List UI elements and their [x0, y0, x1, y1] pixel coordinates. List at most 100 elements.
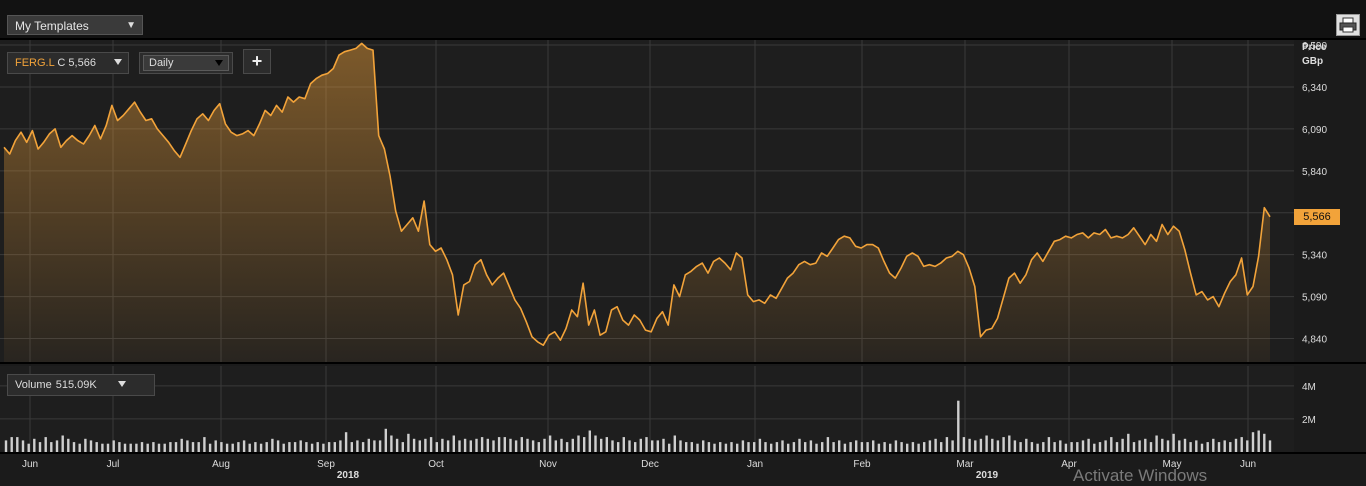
- volume-bar: [129, 443, 132, 452]
- volume-bar: [815, 443, 818, 452]
- volume-bar: [225, 443, 229, 452]
- year-label: 2018: [337, 470, 360, 481]
- volume-bar: [101, 443, 104, 452]
- volume-bar: [1036, 443, 1039, 452]
- volume-bar: [526, 438, 529, 452]
- volume-bar: [174, 442, 178, 452]
- volume-bar: [832, 442, 835, 452]
- volume-bar: [747, 442, 750, 452]
- volume-bar: [44, 437, 47, 452]
- volume-bar: [1138, 440, 1141, 452]
- period-selector[interactable]: Daily: [139, 52, 233, 74]
- volume-bar: [792, 442, 796, 452]
- volume-bar: [390, 435, 393, 452]
- volume-bar: [889, 443, 892, 452]
- volume-tick-label: 4M: [1302, 382, 1316, 393]
- volume-bar: [883, 442, 886, 452]
- last-price-badge: 5,566: [1294, 208, 1340, 225]
- print-button[interactable]: [1336, 14, 1360, 36]
- volume-bar: [1206, 442, 1209, 452]
- volume-bar: [214, 440, 217, 452]
- volume-bar: [203, 437, 206, 452]
- volume-bar: [894, 440, 898, 452]
- volume-bar: [996, 440, 1000, 452]
- volume-bar: [798, 438, 801, 452]
- volume-bar: [617, 442, 620, 452]
- volume-bar: [106, 443, 110, 452]
- volume-bar: [72, 442, 76, 452]
- volume-bar: [367, 438, 370, 452]
- volume-bar: [197, 442, 200, 452]
- chevron-down-icon: ▼: [126, 20, 136, 31]
- volume-bar: [271, 438, 274, 452]
- x-tick-label: Jun: [22, 459, 38, 470]
- volume-bar: [1042, 442, 1045, 452]
- volume-bar: [866, 442, 869, 452]
- volume-bar: [322, 443, 325, 452]
- volume-bar: [537, 442, 540, 452]
- volume-bar: [951, 440, 954, 452]
- volume-bar: [736, 443, 739, 452]
- volume-bar: [186, 440, 189, 452]
- volume-bar: [78, 443, 81, 452]
- volume-selector[interactable]: Volume 515.09K: [7, 374, 155, 396]
- volume-bar: [719, 442, 722, 452]
- volume-bar: [713, 443, 716, 452]
- chart-area: Jun Jul Aug Sep Oct Nov Dec Jan Feb Mar Apr May Jun 2…: [0, 40, 1366, 482]
- volume-bar: [804, 442, 807, 452]
- volume-bar: [514, 440, 518, 452]
- volume-bar: [1127, 433, 1130, 452]
- volume-bar: [475, 438, 478, 452]
- volume-bar: [1223, 440, 1226, 452]
- templates-dropdown[interactable]: My Templates ▼: [7, 15, 143, 35]
- y-tick-label: 4,840: [1302, 335, 1327, 346]
- volume-bar: [934, 438, 937, 452]
- x-tick-label: Dec: [641, 459, 659, 470]
- volume-bar: [685, 442, 688, 452]
- volume-bar: [1166, 440, 1170, 452]
- close-prefix: C: [57, 57, 66, 69]
- volume-bar: [906, 443, 909, 452]
- volume-bar: [356, 440, 359, 452]
- add-instrument-button[interactable]: +: [243, 49, 271, 74]
- volume-bar: [305, 442, 308, 452]
- volume-bar: [600, 438, 603, 452]
- volume-bar: [1047, 437, 1051, 452]
- volume-bar: [758, 438, 762, 452]
- volume-bar: [1093, 443, 1096, 452]
- volume-bar: [639, 438, 642, 452]
- volume-bar: [135, 443, 138, 452]
- volume-bar: [775, 442, 779, 452]
- volume-bar: [259, 443, 263, 452]
- volume-bar: [458, 440, 461, 452]
- volume-bar: [577, 435, 580, 452]
- volume-bar: [401, 442, 404, 452]
- volume-bar: [611, 440, 614, 452]
- chevron-down-icon: [118, 381, 126, 387]
- volume-bar: [497, 437, 501, 452]
- volume-bar: [1246, 440, 1249, 452]
- x-tick-label: Jun: [1240, 459, 1256, 470]
- x-tick-label: Nov: [539, 459, 557, 470]
- x-tick-label: Oct: [428, 459, 444, 470]
- volume-bar: [991, 438, 994, 452]
- instrument-selector[interactable]: FERG.L C 5,566: [7, 52, 129, 74]
- volume-bar: [1087, 438, 1090, 452]
- volume-bar: [1229, 442, 1232, 452]
- x-tick-label: Aug: [212, 459, 230, 470]
- volume-bar: [10, 437, 13, 452]
- volume-bar: [764, 442, 767, 452]
- volume-bar: [237, 442, 240, 452]
- volume-bar: [1025, 438, 1028, 452]
- volume-bar: [33, 438, 36, 452]
- volume-bar: [208, 443, 212, 452]
- volume-bar: [1098, 442, 1102, 452]
- volume-bar: [469, 440, 472, 452]
- chevron-down-icon: [114, 59, 122, 65]
- volume-bar: [753, 442, 756, 452]
- y-tick-label: 5,090: [1302, 293, 1327, 304]
- volume-bar: [1263, 433, 1266, 452]
- volume-bar: [645, 437, 648, 452]
- volume-bar: [520, 437, 523, 452]
- period-label: Daily: [149, 57, 174, 69]
